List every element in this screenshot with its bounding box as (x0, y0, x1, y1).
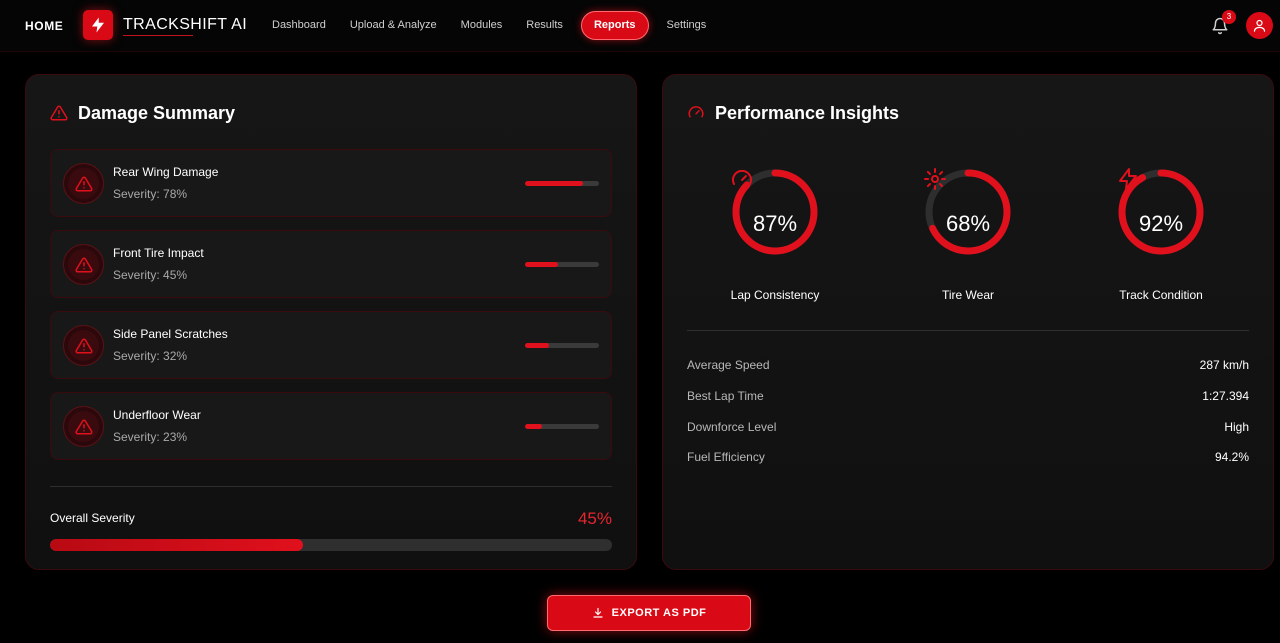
main-nav: Dashboard Upload & Analyze Modules Resul… (262, 11, 720, 40)
severity-bar-fill (525, 262, 559, 267)
severity-bar-fill (525, 343, 549, 348)
severity-bar (525, 343, 599, 348)
severity-bar-fill (525, 424, 543, 429)
damage-item-icon (63, 406, 104, 447)
speedometer-icon (732, 169, 752, 185)
severity-bar (525, 424, 599, 429)
stat-label: Average Speed (687, 358, 770, 372)
damage-item-icon (63, 163, 104, 204)
overall-severity-bar (50, 539, 612, 551)
overall-severity-fill (50, 539, 303, 551)
damage-summary-title: Damage Summary (78, 103, 236, 123)
overall-severity-label: Overall Severity (50, 511, 135, 525)
gauge-value: 68% (945, 211, 991, 236)
download-icon (593, 607, 603, 618)
stat-value: 1:27.394 (1202, 389, 1249, 403)
nav-upload-analyze[interactable]: Upload & Analyze (340, 11, 447, 40)
divider (687, 330, 1249, 331)
top-navbar: HOME TRACKSHIFT AI Dashboard Upload & An… (0, 0, 1280, 52)
damage-item-severity: Severity: 78% (113, 187, 188, 201)
divider (50, 486, 612, 487)
severity-bar (525, 262, 599, 267)
performance-insights-panel: Performance Insights 87% Lap Consistency… (662, 74, 1274, 570)
damage-item-name: Side Panel Scratches (113, 327, 228, 341)
gauge-value: 92% (1138, 211, 1184, 236)
damage-item-name: Front Tire Impact (113, 246, 204, 260)
stat-label: Best Lap Time (687, 389, 764, 403)
damage-item-severity: Severity: 45% (113, 268, 188, 282)
notification-badge: 3 (1222, 10, 1236, 24)
gauge-value: 87% (752, 211, 798, 236)
damage-item[interactable]: Front Tire Impact Severity: 45% (50, 230, 612, 298)
damage-item-name: Rear Wing Damage (113, 165, 219, 179)
overall-severity-value: 45% (577, 509, 612, 528)
damage-summary-panel: Damage Summary Rear Wing Damage Severity… (25, 74, 637, 570)
bolt-icon (1119, 168, 1137, 190)
gauge-label: Tire Wear (941, 288, 994, 302)
nav-settings[interactable]: Settings (657, 11, 717, 40)
severity-bar (525, 181, 599, 186)
stat-value: High (1224, 420, 1249, 434)
damage-item[interactable]: Underfloor Wear Severity: 23% (50, 392, 612, 460)
export-pdf-label: EXPORT AS PDF (611, 607, 707, 619)
damage-item-severity: Severity: 23% (113, 430, 188, 444)
performance-insights-title: Performance Insights (715, 103, 900, 123)
damage-item-icon (63, 244, 104, 285)
gauge-lap-consistency: 87% (730, 167, 820, 257)
stat-value: 287 km/h (1199, 358, 1249, 372)
stat-value: 94.2% (1214, 450, 1249, 464)
severity-bar-fill (525, 181, 583, 186)
warning-icon (50, 105, 68, 121)
damage-item[interactable]: Side Panel Scratches Severity: 32% (50, 311, 612, 379)
speedometer-icon (688, 106, 704, 118)
nav-reports[interactable]: Reports (580, 11, 649, 40)
warning-icon (74, 337, 93, 353)
brand-underline (123, 35, 193, 36)
warning-icon (74, 256, 93, 272)
brand-name: TRACKSHIFT AI (123, 16, 248, 33)
damage-item-name: Underfloor Wear (113, 408, 201, 422)
gear-icon (924, 168, 946, 190)
damage-item[interactable]: Rear Wing Damage Severity: 78% (50, 149, 612, 217)
damage-item-severity: Severity: 32% (113, 349, 188, 363)
gauge-label: Lap Consistency (730, 288, 820, 302)
gauge-tire-wear: 68% (923, 167, 1013, 257)
export-pdf-button[interactable]: EXPORT AS PDF (547, 595, 751, 631)
damage-item-icon (63, 325, 104, 366)
stat-label: Downforce Level (687, 420, 777, 434)
gauge-track-condition: 92% (1116, 167, 1206, 257)
user-avatar[interactable] (1246, 12, 1273, 39)
warning-icon (74, 418, 93, 434)
nav-results[interactable]: Results (516, 11, 573, 40)
nav-modules[interactable]: Modules (451, 11, 513, 40)
home-link[interactable]: HOME (25, 19, 63, 33)
warning-icon (74, 175, 93, 191)
stat-label: Fuel Efficiency (687, 450, 765, 464)
user-icon (1253, 19, 1266, 32)
nav-dashboard[interactable]: Dashboard (262, 11, 336, 40)
gauge-label: Track Condition (1119, 288, 1203, 302)
logo[interactable] (83, 10, 113, 40)
bolt-icon (92, 17, 104, 33)
